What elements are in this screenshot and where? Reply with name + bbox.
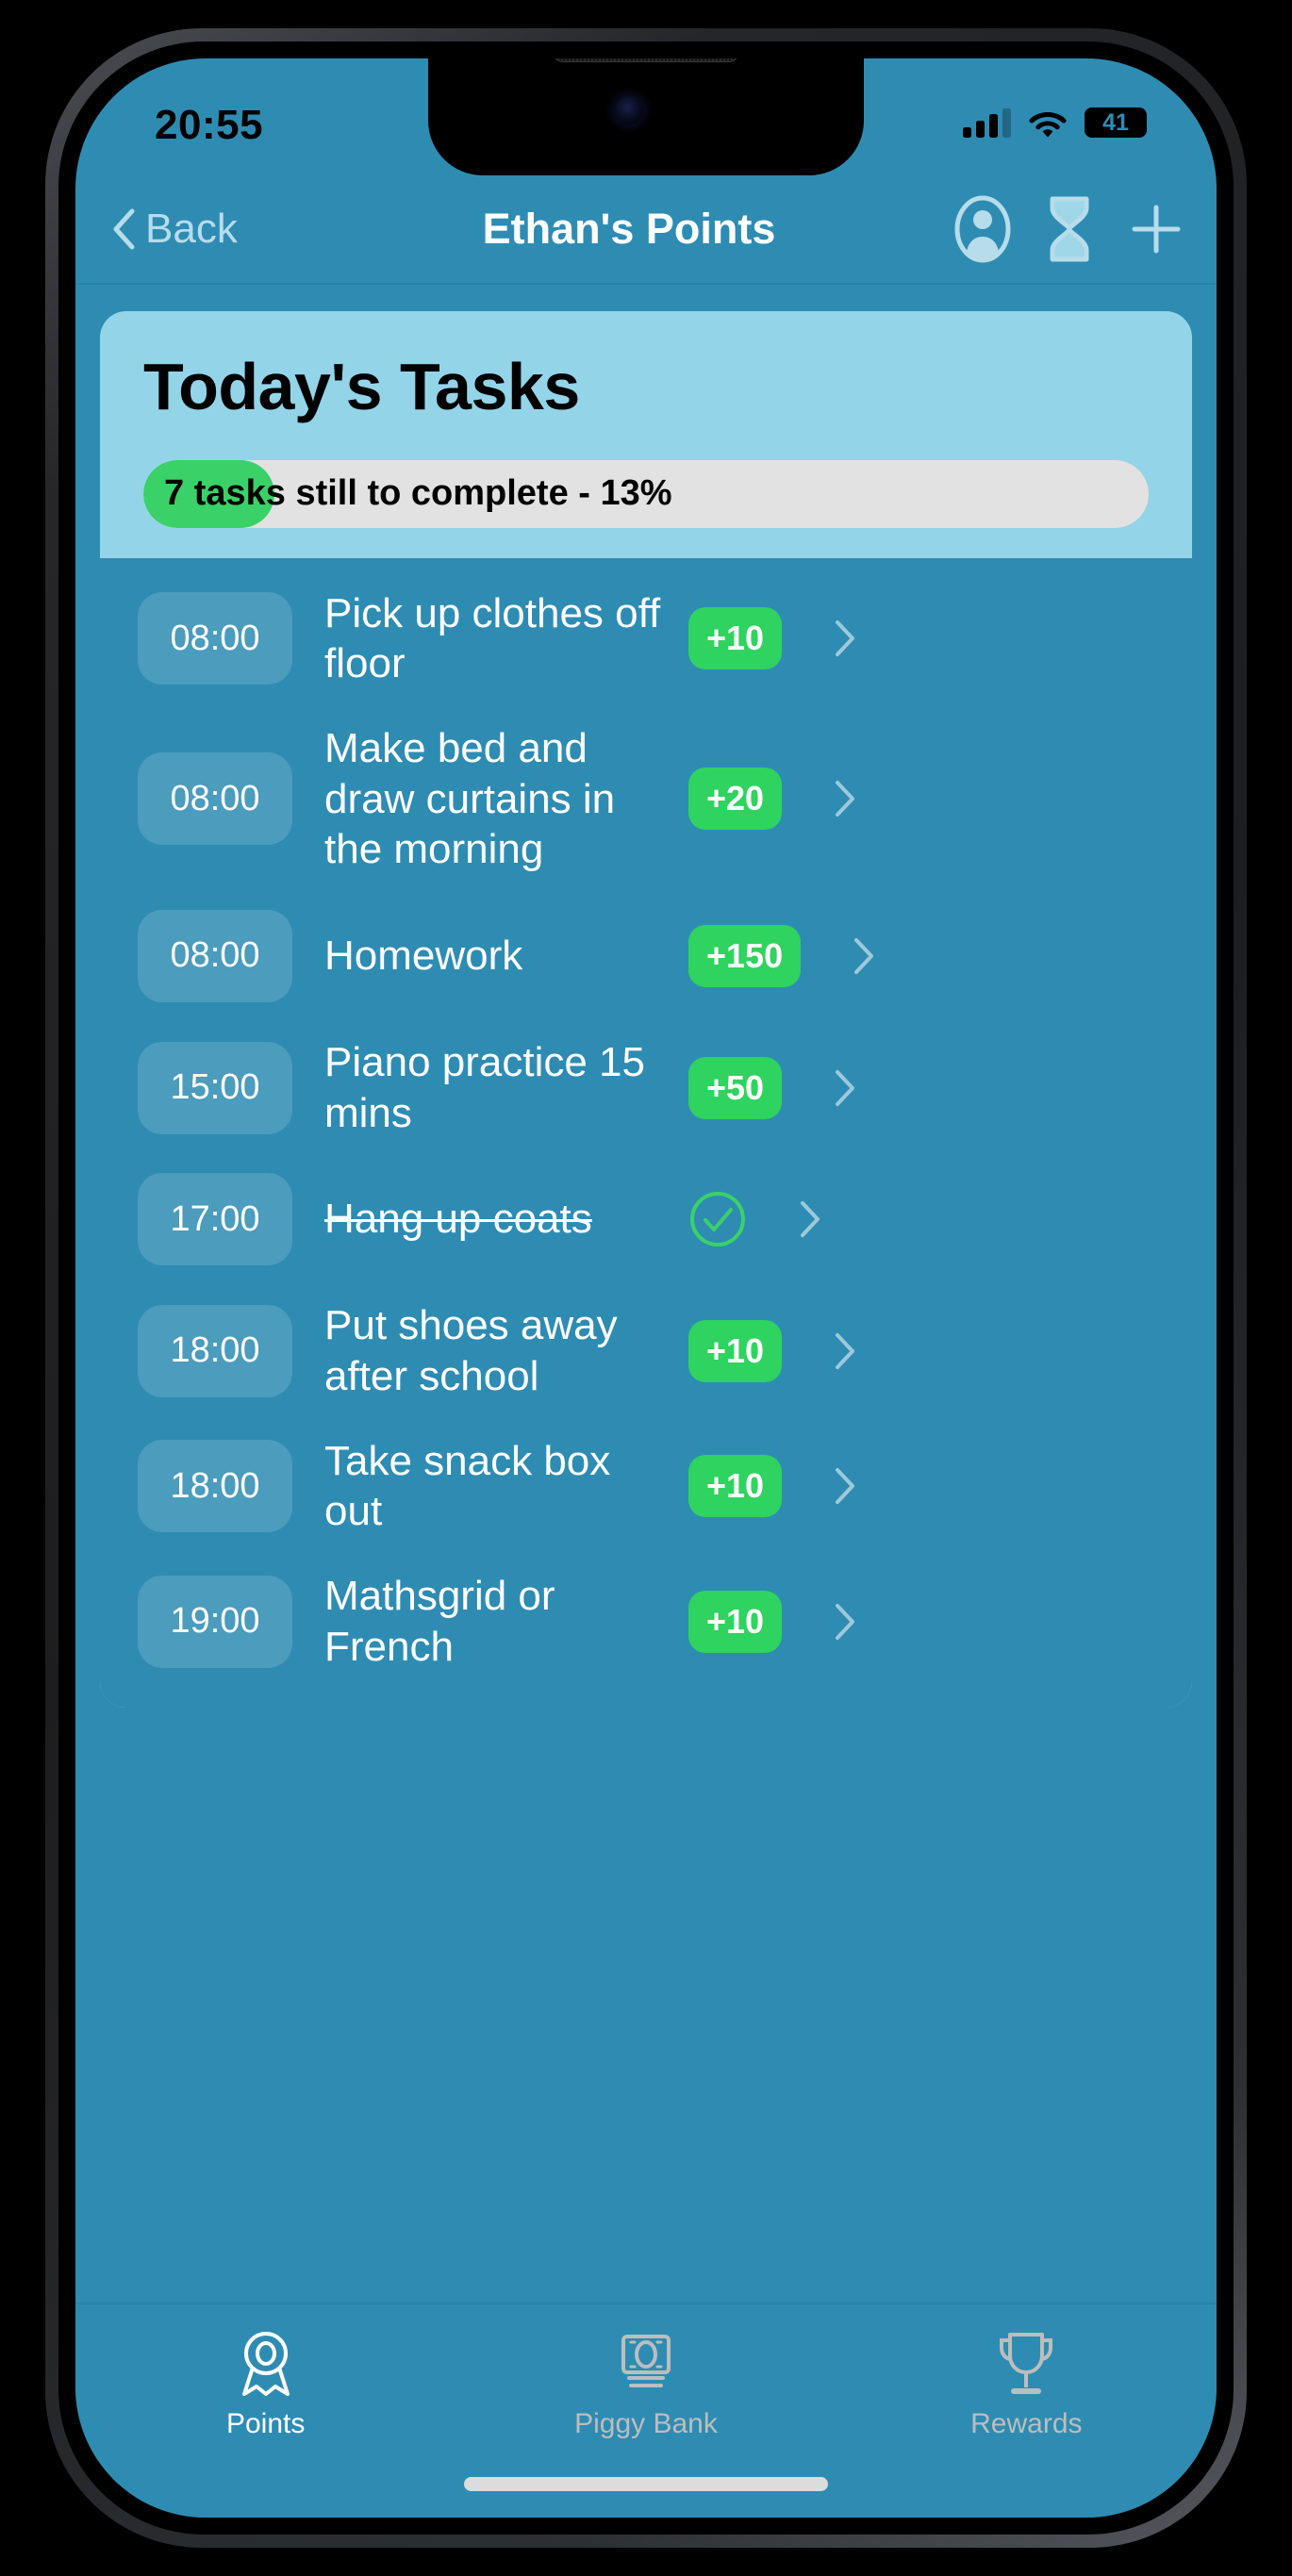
task-completed-check-icon[interactable] bbox=[688, 1190, 747, 1248]
hourglass-icon[interactable] bbox=[1045, 195, 1094, 263]
task-points-badge: +10 bbox=[688, 607, 783, 670]
task-time: 18:00 bbox=[138, 1440, 292, 1533]
task-row[interactable]: 15:00 Piano practice 15 mins +50 bbox=[100, 1020, 1192, 1155]
task-time: 17:00 bbox=[138, 1173, 292, 1266]
task-title: Piano practice 15 mins bbox=[324, 1038, 645, 1136]
back-label: Back bbox=[145, 206, 238, 252]
task-time: 08:00 bbox=[138, 909, 292, 1002]
tab-points-label: Points bbox=[225, 2408, 306, 2439]
task-title: Put shoes away after school bbox=[324, 1302, 618, 1399]
chevron-left-icon bbox=[113, 208, 135, 250]
task-row[interactable]: 18:00 Take snack box out +10 bbox=[100, 1419, 1192, 1554]
task-points-badge: +10 bbox=[688, 1590, 783, 1653]
task-title: Mathsgrid or French bbox=[324, 1572, 555, 1670]
task-disclosure-chevron[interactable] bbox=[801, 1467, 855, 1505]
tasks-card: Today's Tasks 7 tasks still to complete … bbox=[100, 311, 1192, 1709]
back-button[interactable]: Back bbox=[111, 206, 238, 253]
phone-frame: 20:55 41 Back Ethan's Points Today's Tas… bbox=[45, 28, 1247, 2548]
home-indicator[interactable] bbox=[464, 2477, 828, 2491]
task-title: Pick up clothes off floor bbox=[324, 589, 661, 687]
task-disclosure-chevron[interactable] bbox=[801, 780, 855, 817]
task-time: 18:00 bbox=[138, 1304, 292, 1397]
task-disclosure-chevron[interactable] bbox=[801, 1069, 855, 1107]
progress-bar: 7 tasks still to complete - 13% bbox=[143, 459, 1149, 528]
task-row[interactable]: 08:00 Make bed and draw curtains in the m… bbox=[100, 706, 1192, 892]
battery-icon: 41 bbox=[1085, 107, 1147, 138]
task-row[interactable]: 08:00 Homework +150 bbox=[100, 892, 1192, 1020]
tab-piggy-bank[interactable]: Piggy Bank bbox=[456, 2329, 836, 2440]
trophy-icon bbox=[1000, 2333, 1053, 2394]
wifi-icon bbox=[1029, 111, 1067, 138]
banknote-icon bbox=[621, 2335, 671, 2387]
task-points-badge: +10 bbox=[688, 1319, 783, 1382]
tab-rewards-label: Rewards bbox=[970, 2408, 1083, 2439]
task-time: 15:00 bbox=[138, 1041, 292, 1134]
progress-label: 7 tasks still to complete - 13% bbox=[164, 473, 672, 513]
task-points-badge: +10 bbox=[688, 1455, 783, 1518]
phone-screen: 20:55 41 Back Ethan's Points Today's Tas… bbox=[75, 58, 1217, 2518]
nav-header: Back Ethan's Points bbox=[75, 175, 1217, 285]
status-time: 20:55 bbox=[155, 102, 264, 148]
person-circle-icon[interactable] bbox=[954, 195, 1011, 263]
task-points-badge: +20 bbox=[688, 768, 783, 831]
tab-points[interactable]: Points bbox=[75, 2329, 456, 2440]
phone-bezel: 20:55 41 Back Ethan's Points Today's Tas… bbox=[58, 41, 1234, 2535]
plus-icon[interactable] bbox=[1128, 201, 1184, 257]
task-points-badge: +50 bbox=[688, 1056, 783, 1119]
tab-rewards[interactable]: Rewards bbox=[836, 2329, 1217, 2440]
status-indicators: 41 bbox=[963, 107, 1147, 138]
page-title: Ethan's Points bbox=[482, 205, 776, 253]
tab-piggy-bank-label: Piggy Bank bbox=[574, 2408, 718, 2439]
task-row[interactable]: 19:00 Mathsgrid or French +10 bbox=[100, 1554, 1192, 1689]
nav-actions bbox=[954, 195, 1184, 263]
screenshot-stage: 20:55 41 Back Ethan's Points Today's Tas… bbox=[0, 0, 1292, 2576]
rosette-icon bbox=[241, 2332, 290, 2396]
task-title: Make bed and draw curtains in the mornin… bbox=[324, 724, 616, 873]
card-title: Today's Tasks bbox=[143, 350, 580, 423]
task-time: 08:00 bbox=[138, 592, 292, 685]
task-title: Hang up coats bbox=[324, 1196, 592, 1243]
task-disclosure-chevron[interactable] bbox=[801, 619, 855, 657]
task-title: Take snack box out bbox=[324, 1437, 611, 1535]
front-camera bbox=[615, 96, 643, 124]
task-disclosure-chevron[interactable] bbox=[801, 1332, 855, 1370]
earpiece-speaker bbox=[553, 58, 739, 62]
battery-percent: 41 bbox=[1102, 109, 1129, 136]
task-disclosure-chevron[interactable] bbox=[766, 1200, 820, 1238]
task-list: 08:00 Pick up clothes off floor +10 08:00 Ma… bbox=[100, 557, 1192, 1709]
task-disclosure-chevron[interactable] bbox=[801, 1603, 855, 1641]
task-disclosure-chevron[interactable] bbox=[820, 937, 874, 975]
task-points-badge: +150 bbox=[688, 924, 802, 987]
task-row[interactable]: 17:00 Hang up coats bbox=[100, 1155, 1192, 1283]
task-row[interactable]: 18:00 Put shoes away after school +10 bbox=[100, 1283, 1192, 1418]
task-row[interactable]: 08:00 Pick up clothes off floor +10 bbox=[100, 571, 1192, 706]
main-content: Today's Tasks 7 tasks still to complete … bbox=[75, 285, 1217, 1709]
task-time: 08:00 bbox=[138, 752, 292, 846]
notch bbox=[428, 58, 864, 175]
cellular-signal-icon bbox=[963, 107, 1011, 138]
task-time: 19:00 bbox=[138, 1575, 292, 1668]
task-title: Homework bbox=[324, 933, 523, 980]
